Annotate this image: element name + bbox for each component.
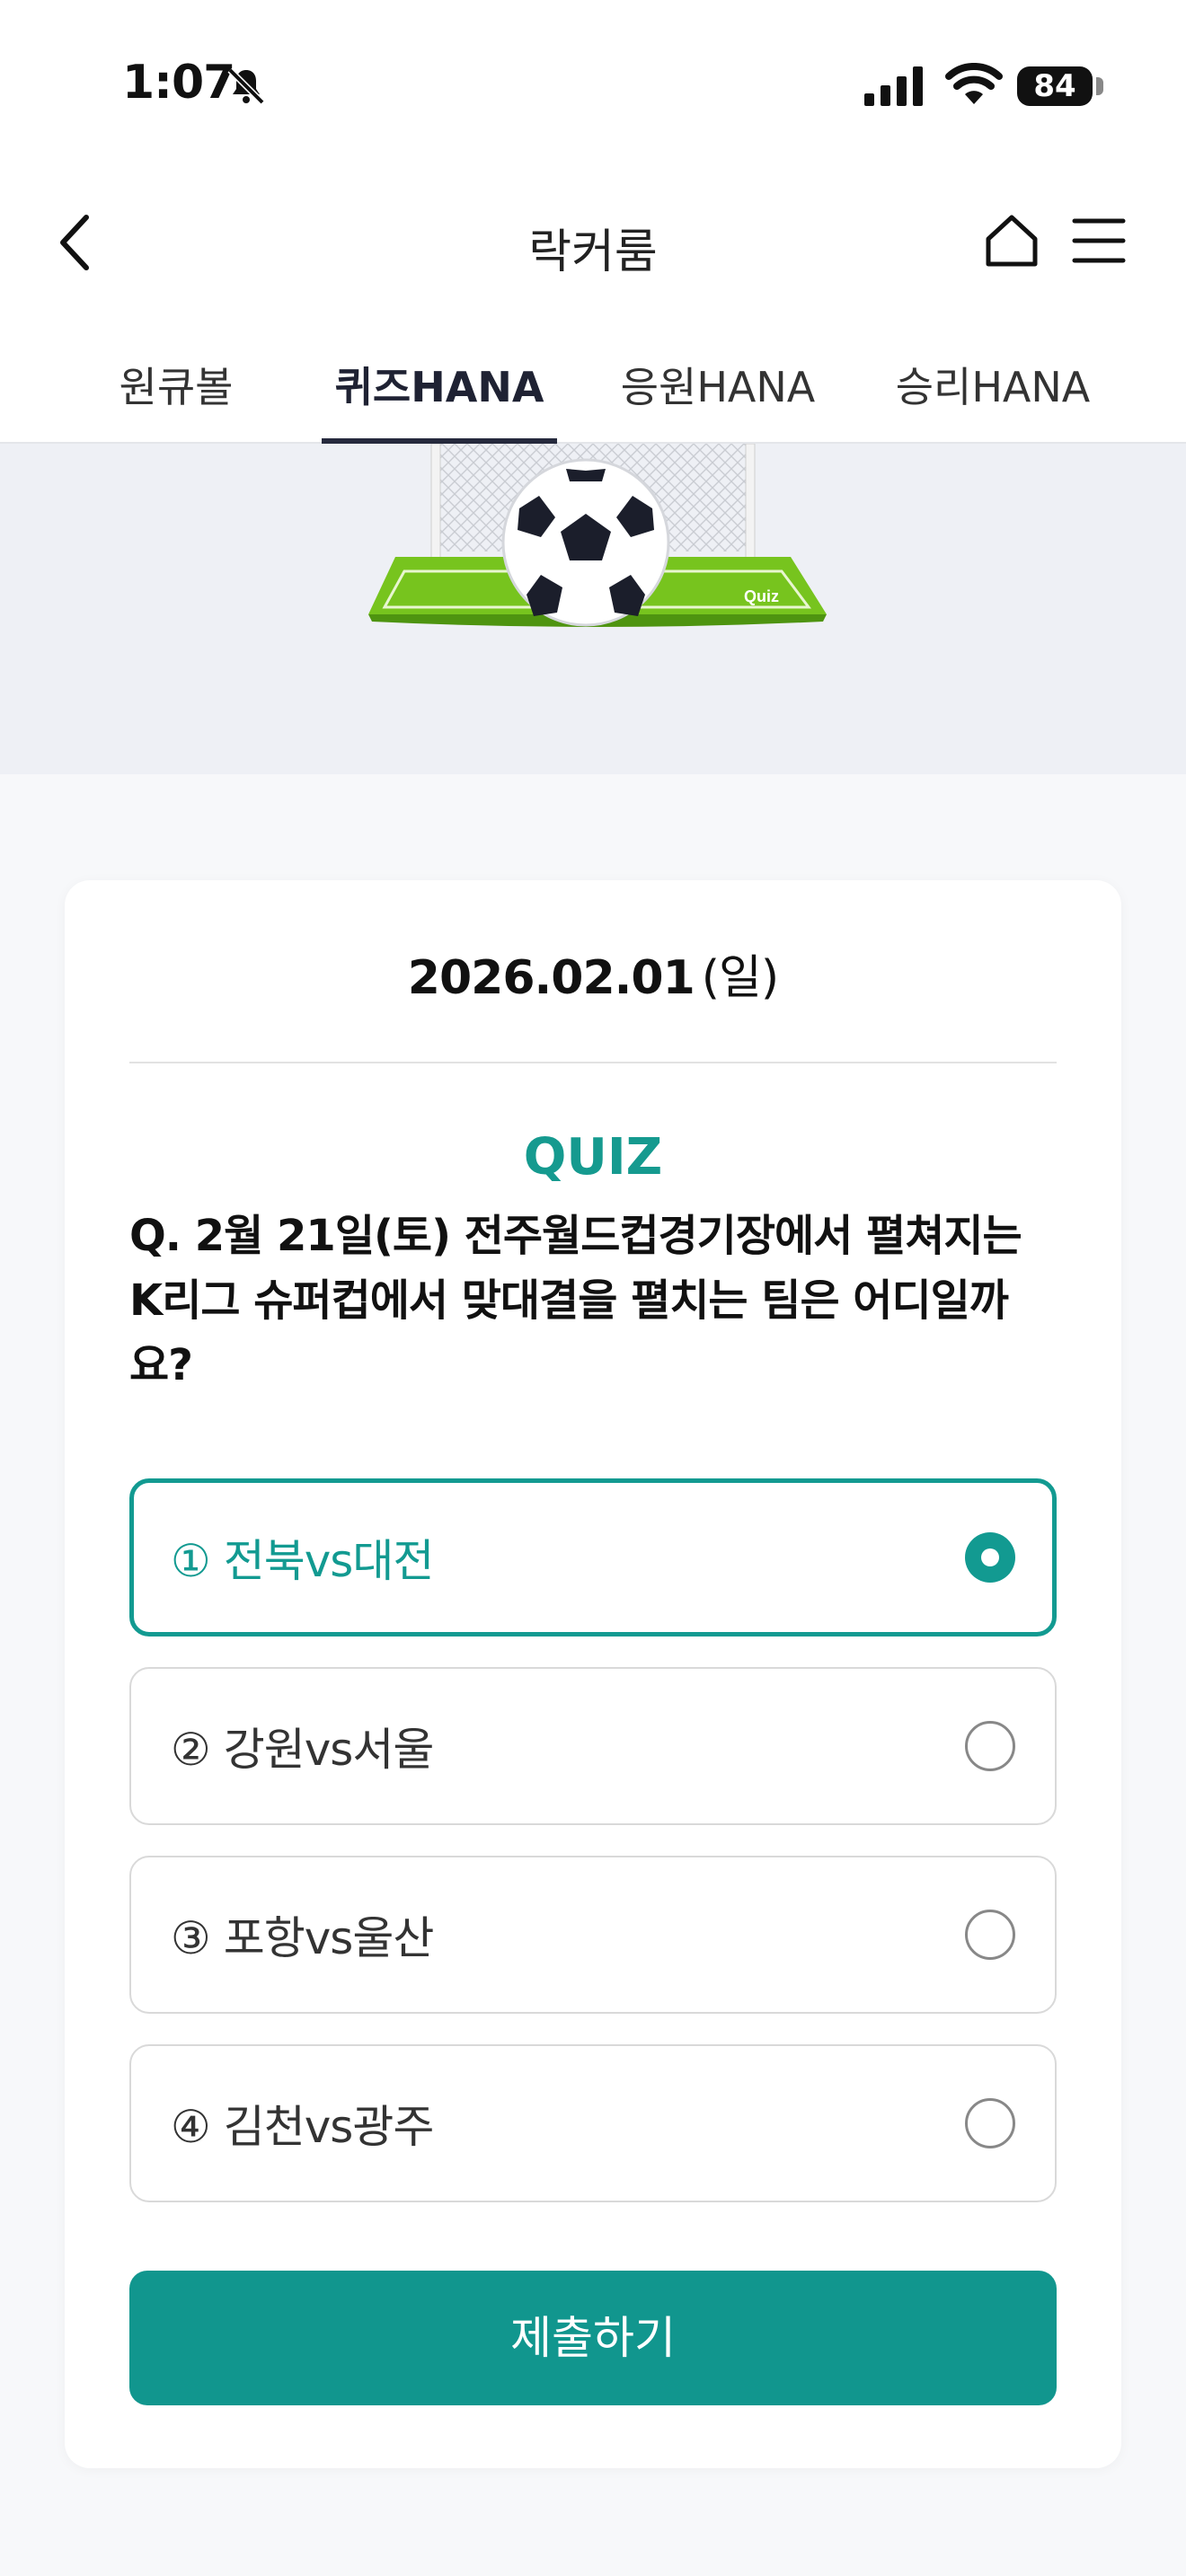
radio-unselected-icon[interactable] bbox=[965, 2098, 1015, 2148]
quiz-heading: QUIZ bbox=[523, 1128, 663, 1187]
bell-muted-icon bbox=[227, 67, 265, 105]
tab-quiz-hana[interactable]: 퀴즈HANA bbox=[322, 314, 557, 446]
tab-bar: 원큐볼 퀴즈HANA 응원HANA 승리HANA bbox=[0, 314, 1186, 446]
quiz-day-of-week: (일) bbox=[701, 951, 779, 1005]
cellular-signal-icon bbox=[864, 66, 923, 106]
answer-option-label: ② 강원vs서울 bbox=[171, 1724, 434, 1776]
answer-option-label: ③ 포항vs울산 bbox=[171, 1912, 434, 1964]
answer-option-4[interactable]: ④ 김천vs광주 bbox=[129, 2044, 1057, 2202]
quiz-banner: Quiz bbox=[0, 444, 1186, 774]
tab-victory-hana[interactable]: 승리HANA bbox=[875, 314, 1111, 444]
answer-option-2[interactable]: ② 강원vs서울 bbox=[129, 1667, 1057, 1825]
status-bar: 1:07 84 bbox=[0, 0, 1186, 171]
tab-cheer-hana[interactable]: 응원HANA bbox=[600, 314, 836, 444]
status-time: 1:07 bbox=[122, 56, 235, 110]
quiz-date-line: 2026.02.01 (일) bbox=[65, 940, 1121, 1007]
quiz-card: 2026.02.01 (일) QUIZ Q. 2월 21일(토) 전주월드컵경기장… bbox=[65, 880, 1121, 2468]
answer-option-1[interactable]: ① 전북vs대전 bbox=[129, 1478, 1057, 1636]
battery-cap bbox=[1096, 77, 1103, 95]
quiz-question: Q. 2월 21일(토) 전주월드컵경기장에서 펼쳐지는 K리그 슈퍼컵에서 맞… bbox=[129, 1211, 1022, 1390]
wifi-icon bbox=[945, 63, 1003, 104]
soccer-goal-illustration: Quiz bbox=[368, 444, 827, 627]
menu-icon[interactable] bbox=[1069, 214, 1128, 268]
answer-option-label: ④ 김천vs광주 bbox=[171, 2101, 434, 2153]
app-header: 락커룸 bbox=[0, 171, 1186, 314]
goal-quiz-text: Quiz bbox=[744, 587, 779, 605]
answer-option-label: ① 전북vs대전 bbox=[171, 1535, 434, 1587]
divider bbox=[129, 1062, 1057, 1063]
battery-level: 84 bbox=[1017, 66, 1093, 106]
radio-unselected-icon[interactable] bbox=[965, 1721, 1015, 1771]
radio-selected-icon[interactable] bbox=[965, 1532, 1015, 1583]
answer-option-3[interactable]: ③ 포항vs울산 bbox=[129, 1856, 1057, 2014]
radio-unselected-icon[interactable] bbox=[965, 1910, 1015, 1960]
quiz-date: 2026.02.01 bbox=[407, 951, 695, 1005]
tab-onecue-ball[interactable]: 원큐볼 bbox=[86, 314, 266, 444]
submit-button[interactable]: 제출하기 bbox=[129, 2271, 1057, 2405]
home-icon[interactable] bbox=[981, 210, 1042, 271]
